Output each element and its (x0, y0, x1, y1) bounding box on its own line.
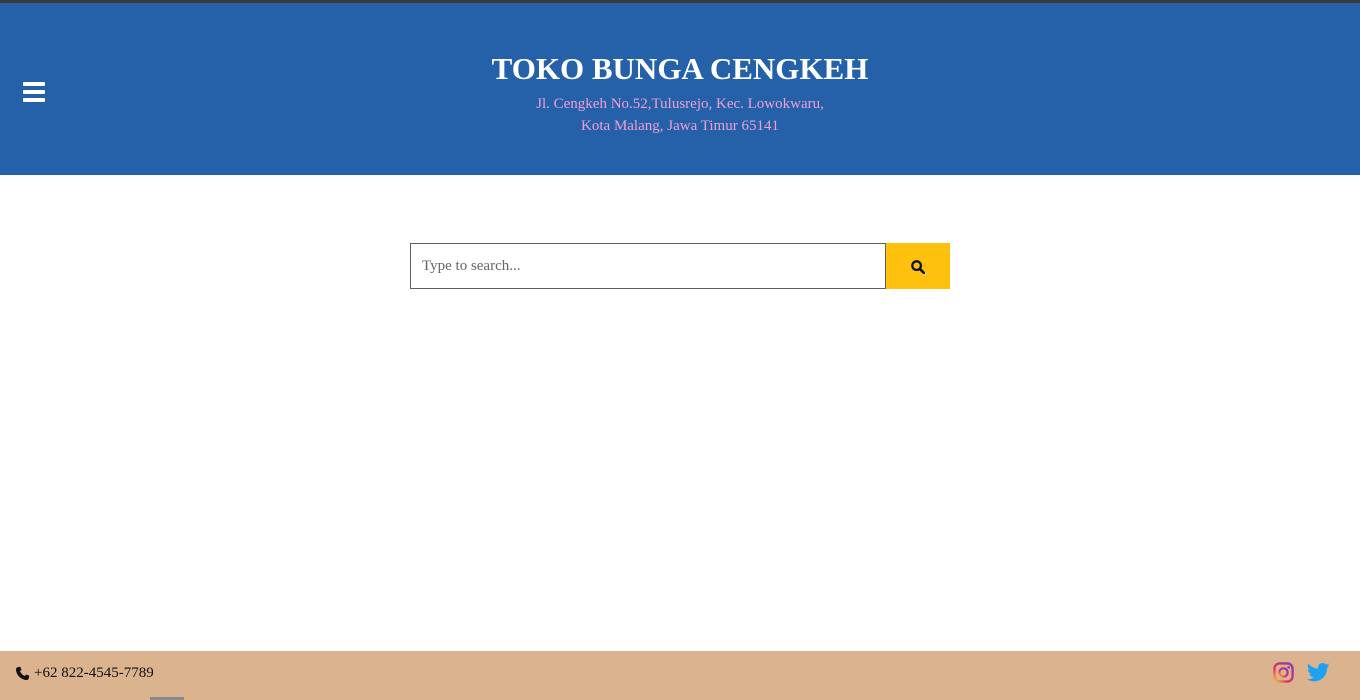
address-line-1: Jl. Cengkeh No.52,Tulusrejo, Kec. Lowokw… (536, 96, 824, 112)
address-line-2: Kota Malang, Jawa Timur 65141 (581, 118, 779, 134)
instagram-link[interactable] (1273, 662, 1294, 688)
search-bar (410, 243, 950, 289)
store-address: Jl. Cengkeh No.52,Tulusrejo, Kec. Lowokw… (0, 93, 1360, 137)
search-icon (911, 260, 925, 274)
phone-contact[interactable]: +62 822-4545-7789 (15, 663, 154, 683)
site-footer: +62 822-4545-7789 (0, 651, 1360, 700)
twitter-icon (1306, 663, 1330, 682)
site-title: TOKO BUNGA CENGKEH (491, 51, 869, 86)
search-input[interactable] (410, 243, 886, 289)
instagram-icon (1273, 662, 1294, 683)
site-header: TOKO BUNGA CENGKEH Jl. Cengkeh No.52,Tul… (0, 3, 1360, 175)
twitter-link[interactable] (1306, 662, 1330, 688)
search-button[interactable] (886, 243, 950, 289)
phone-number: +62 822-4545-7789 (34, 664, 154, 681)
phone-icon (15, 666, 30, 680)
